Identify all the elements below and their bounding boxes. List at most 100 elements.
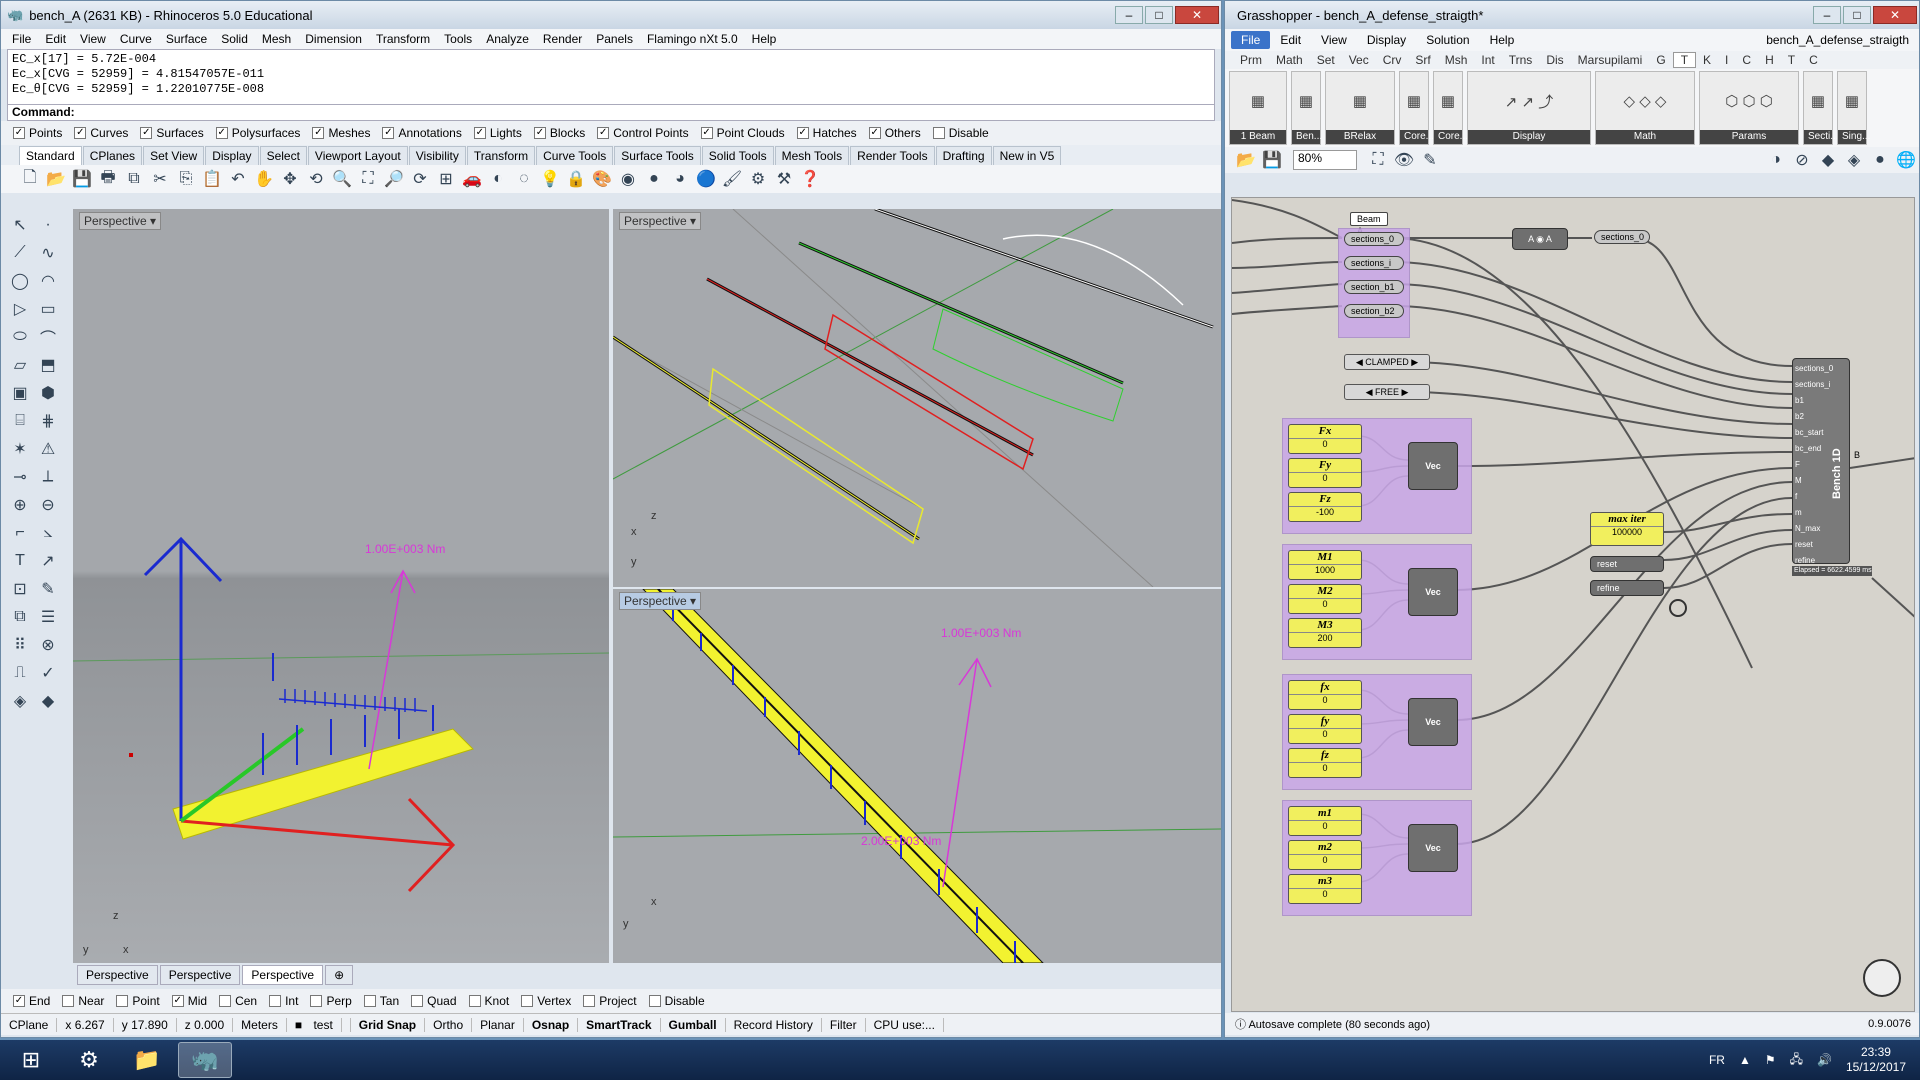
tab-solid-tools[interactable]: Solid Tools xyxy=(701,146,774,165)
zoom-extents-icon[interactable]: ⛶ xyxy=(1365,148,1391,172)
open-file-icon[interactable]: 📂 xyxy=(1233,148,1259,172)
open-icon[interactable]: 📂 xyxy=(43,167,69,191)
four-view-icon[interactable]: ⊞ xyxy=(433,167,459,191)
gh-tab[interactable]: Dis xyxy=(1539,53,1570,67)
tab-render-tools[interactable]: Render Tools xyxy=(850,146,935,165)
slider-fx[interactable]: Fx 0 xyxy=(1288,424,1362,454)
zoom-icon[interactable]: 🔍 xyxy=(329,167,355,191)
difference-icon[interactable]: ⊖ xyxy=(35,493,61,517)
menu-solid[interactable]: Solid xyxy=(214,32,255,46)
gh-tab[interactable]: Prm xyxy=(1233,53,1269,67)
tab-surface-tools[interactable]: Surface Tools xyxy=(614,146,701,165)
slider-m3[interactable]: M3 200 xyxy=(1288,618,1362,648)
osnap-perp[interactable]: Perp xyxy=(310,994,352,1008)
osnap-toggle[interactable]: Osnap xyxy=(524,1017,579,1032)
options-icon[interactable]: ⚒ xyxy=(771,167,797,191)
filter-polysurfaces[interactable]: ✓ Polysurfaces xyxy=(215,126,300,140)
material-icon[interactable]: 🎨 xyxy=(589,167,615,191)
record-history-toggle[interactable]: Record History xyxy=(726,1017,822,1032)
extrude-icon[interactable]: ⬒ xyxy=(35,353,61,377)
ribbon-group-core-2[interactable]: ▦ Core... xyxy=(1433,71,1468,145)
tab-cplanes[interactable]: CPlanes xyxy=(82,146,143,165)
gh-menu-view[interactable]: View xyxy=(1311,31,1357,49)
gh-tab[interactable]: Math xyxy=(1269,53,1310,67)
solid-icon[interactable]: ⬢ xyxy=(35,381,61,405)
trim-icon[interactable]: ⊸ xyxy=(7,465,33,489)
gh-tab[interactable]: Set xyxy=(1310,53,1342,67)
grid-array-icon[interactable]: ⠿ xyxy=(7,633,33,657)
network-icon[interactable]: 🖧 xyxy=(1790,1050,1803,1071)
tab-set-view[interactable]: Set View xyxy=(143,146,205,165)
gh-tab[interactable]: T xyxy=(1781,53,1802,67)
osnap-disable[interactable]: Disable xyxy=(648,994,705,1008)
tab-perspective-2[interactable]: Perspective xyxy=(159,965,241,985)
minimize-button[interactable]: – xyxy=(1813,6,1841,24)
sphere-icon[interactable]: ● xyxy=(641,167,667,191)
mesh-icon[interactable]: ⋕ xyxy=(35,409,61,433)
param-sections-i[interactable]: sections_i xyxy=(1344,256,1404,270)
filter-control-points[interactable]: ✓ Control Points xyxy=(597,126,689,140)
planar-toggle[interactable]: Planar xyxy=(472,1017,524,1032)
control-panel-icon[interactable]: ⚙ xyxy=(62,1042,116,1078)
menu-tools[interactable]: Tools xyxy=(437,32,479,46)
preview-mode-icon[interactable]: ◑ xyxy=(1763,148,1789,172)
shaded-icon[interactable]: ◆ xyxy=(1815,148,1841,172)
rotate-view-icon[interactable]: ⟲ xyxy=(303,167,329,191)
save-icon[interactable]: 💾 xyxy=(1259,148,1285,172)
gh-tab[interactable]: Msh xyxy=(1438,53,1475,67)
zoom-extents-icon[interactable]: ⛶ xyxy=(355,167,381,191)
param-section-b1[interactable]: section_b1 xyxy=(1344,280,1404,294)
command-input[interactable]: Command: xyxy=(7,105,1215,121)
check-icon[interactable]: ✓ xyxy=(35,661,61,685)
osnap-int[interactable]: Int xyxy=(269,994,298,1008)
gh-tab[interactable]: T xyxy=(1672,52,1697,68)
menu-analyze[interactable]: Analyze xyxy=(479,32,536,46)
filter-lights[interactable]: ✓ Lights xyxy=(473,126,522,140)
gh-tab[interactable]: Int xyxy=(1474,53,1501,67)
osnap-end[interactable]: ✓ End xyxy=(13,994,50,1008)
print-icon[interactable]: 🖶 xyxy=(95,167,121,191)
ribbon-group-bench[interactable]: ▦ Ben... xyxy=(1291,71,1322,145)
gh-tab[interactable]: H xyxy=(1758,53,1781,67)
dimension-icon[interactable]: ↗ xyxy=(35,549,61,573)
tab-perspective-1[interactable]: Perspective xyxy=(77,965,158,985)
warning-icon[interactable]: ⚠ xyxy=(35,437,61,461)
menu-view[interactable]: View xyxy=(73,32,113,46)
menu-surface[interactable]: Surface xyxy=(159,32,214,46)
globe-icon[interactable]: 🌐 xyxy=(1893,148,1919,172)
filter-disable[interactable]: Disable xyxy=(932,126,989,140)
text-icon[interactable]: T xyxy=(7,549,33,573)
arc-icon[interactable]: ◠ xyxy=(35,269,61,293)
zoom-window-icon[interactable]: 🔎 xyxy=(381,167,407,191)
shade-icon[interactable]: ◐ xyxy=(485,167,511,191)
group-label-beam-a[interactable]: Beam A xyxy=(1350,212,1388,236)
param-section-b2[interactable]: section_b2 xyxy=(1344,304,1404,318)
ribbon-group-brelax[interactable]: ▦ BRelax xyxy=(1325,71,1395,145)
edit-icon[interactable]: ✎ xyxy=(35,577,61,601)
cut-icon[interactable]: ✂ xyxy=(147,167,173,191)
layer-indicator[interactable]: ■ test xyxy=(287,1017,351,1032)
new-icon[interactable]: 🗋 xyxy=(17,167,43,191)
slider-dfx[interactable]: fx 0 xyxy=(1288,680,1362,710)
viewport-top-right[interactable]: x z y Perspective ▾ xyxy=(613,209,1221,587)
osnap-project[interactable]: Project xyxy=(583,994,637,1008)
tab-visibility[interactable]: Visibility xyxy=(408,146,466,165)
slider-dfy[interactable]: fy 0 xyxy=(1288,714,1362,744)
viewport-top-left[interactable]: 1.00E+003 Nm y x z Perspective ▾ xyxy=(73,209,609,963)
slider-dm2[interactable]: m2 0 xyxy=(1288,840,1362,870)
boolean-icon[interactable]: ⊗ xyxy=(35,633,61,657)
ribbon-group-sections[interactable]: ▦ Secti... xyxy=(1803,71,1839,145)
menu-dimension[interactable]: Dimension xyxy=(298,32,369,46)
gh-tab[interactable]: Trns xyxy=(1502,53,1540,67)
maximize-button[interactable]: □ xyxy=(1843,6,1871,24)
material-icon[interactable]: ● xyxy=(1867,148,1893,172)
tab-display[interactable]: Display xyxy=(205,146,259,165)
refine-button[interactable]: refine xyxy=(1590,580,1664,596)
sketch-pen-icon[interactable]: ✎ xyxy=(1417,148,1443,172)
ribbon-group-display[interactable]: ↗ ↗ ⤴ Display xyxy=(1467,71,1591,145)
light-tool-icon[interactable]: ✶ xyxy=(7,437,33,461)
lock-icon[interactable]: 🔒 xyxy=(563,167,589,191)
gh-tab[interactable]: I xyxy=(1718,53,1735,67)
gh-menu-file[interactable]: File xyxy=(1231,31,1271,49)
grid-icon[interactable]: ◌ xyxy=(511,167,537,191)
